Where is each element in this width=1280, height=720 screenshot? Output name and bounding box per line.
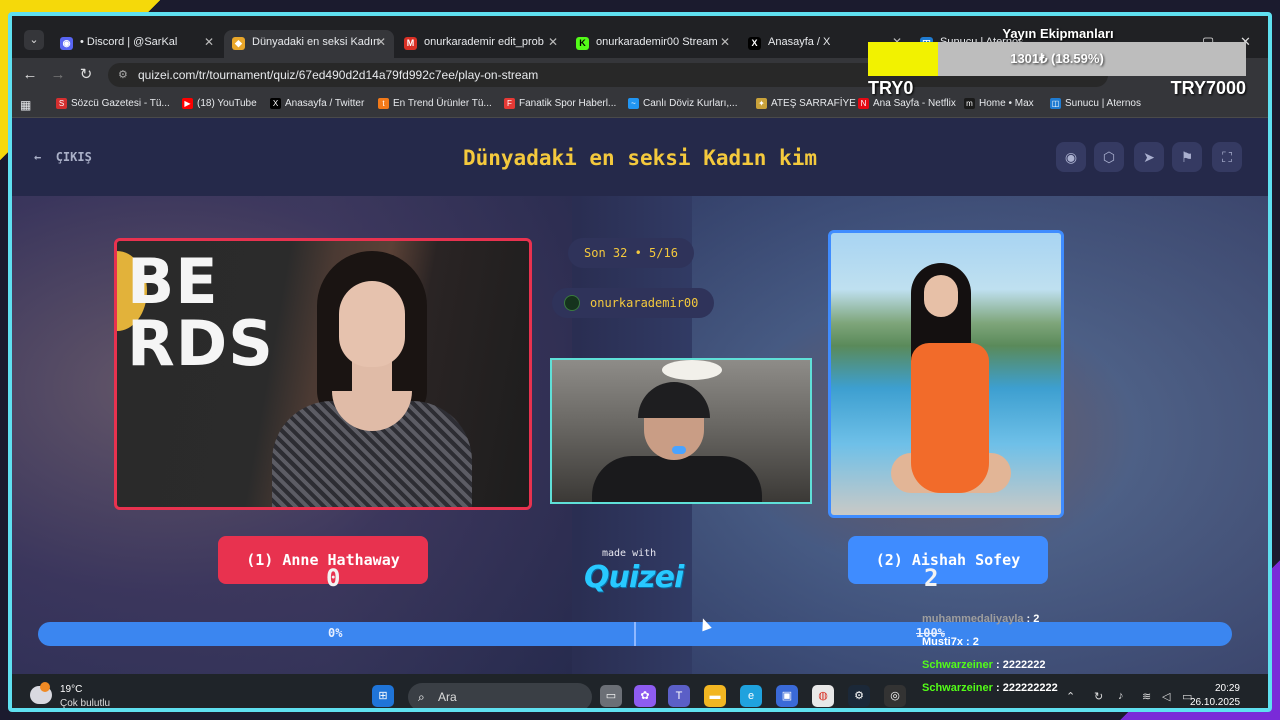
url-text: quizei.com/tr/tournament/quiz/67ed490d2d…	[138, 68, 539, 82]
fullscreen-icon[interactable]: ⛶	[1212, 142, 1242, 172]
trendyol-icon: t	[378, 98, 389, 109]
tab-discord[interactable]: ◉ • Discord | @SarKal ✕	[52, 30, 222, 58]
tab-title: onurkarademir edit_prob	[424, 36, 544, 48]
tab-search-menu-icon[interactable]: ⌄	[24, 30, 44, 50]
bookmark-sozcu[interactable]: S Sözcü Gazetesi - Tü...	[56, 98, 170, 109]
forward-arrow-icon[interactable]: →	[48, 65, 68, 85]
youtube-icon: ▶	[182, 98, 193, 109]
aternos-icon: ◫	[1050, 98, 1061, 109]
close-icon[interactable]: ✕	[548, 35, 558, 49]
chat-message: Schwarzeiner : 2222222	[922, 659, 1046, 671]
right-score: 2	[924, 564, 939, 592]
chat-message: Musti7x : 2	[922, 636, 979, 648]
chat-message: Schwarzeiner : 222222222	[922, 682, 1058, 694]
right-contestant-card[interactable]	[828, 230, 1064, 518]
vote-left-button[interactable]: (1) Anne Hathaway	[218, 536, 428, 584]
x-icon: X	[270, 98, 281, 109]
site-info-icon[interactable]: ⚙	[118, 63, 128, 87]
bookmark-youtube[interactable]: ▶ (18) YouTube	[182, 98, 257, 109]
quiz-page: ← ÇIKIŞ Dünyadaki en seksi Kadın kim ◉ ⬡…	[12, 118, 1268, 674]
back-arrow-icon[interactable]: ←	[20, 65, 40, 85]
progress-divider	[634, 622, 636, 646]
flag-icon[interactable]: ⚑	[1172, 142, 1202, 172]
obs-icon[interactable]: ◎	[884, 685, 906, 707]
streamer-name: onurkarademir00	[590, 296, 699, 310]
donation-goal-max: TRY7000	[1170, 78, 1246, 98]
bookmark-twitter[interactable]: X Anasayfa / Twitter	[270, 98, 364, 109]
streamer-avatar	[564, 295, 580, 311]
donation-goal-bar: 1301₺ (18.59%)	[868, 42, 1246, 76]
chat-message: muhammedaliyayla : 2	[922, 613, 1040, 625]
chart-icon: ~	[628, 98, 639, 109]
browser-window: ⌄ ◉ • Discord | @SarKal ✕ ◆ Dünyadaki en…	[8, 12, 1272, 712]
close-icon[interactable]: ✕	[204, 35, 214, 49]
left-contestant-photo: BE RDS	[117, 241, 529, 507]
left-percent: 0%	[328, 626, 343, 640]
webcam-overlay	[550, 358, 812, 504]
fanatik-icon: F	[504, 98, 515, 109]
search-placeholder: Ara	[438, 690, 457, 704]
tab-title: • Discord | @SarKal	[80, 36, 178, 48]
left-contestant-card[interactable]: BE RDS	[114, 238, 532, 510]
gem-icon: ✦	[756, 98, 767, 109]
bookmark-fanatik[interactable]: F Fanatik Spor Haberl...	[504, 98, 616, 109]
streamer-badge: onurkarademir00	[552, 288, 715, 318]
right-contestant-photo	[831, 233, 1061, 515]
search-icon: ⌕	[418, 690, 425, 704]
max-icon: m	[964, 98, 975, 109]
netflix-icon: N	[858, 98, 869, 109]
store-icon[interactable]: ▣	[776, 685, 798, 707]
teams-icon[interactable]: T	[668, 685, 690, 707]
vote-right-button[interactable]: (2) Aishah Sofey	[848, 536, 1048, 584]
dice-icon[interactable]: ⬡	[1094, 142, 1124, 172]
left-score: 0	[326, 564, 341, 592]
quizei-icon: ◆	[232, 37, 245, 50]
apps-grid-icon[interactable]: ▦	[20, 98, 31, 112]
tab-quizei[interactable]: ◆ Dünyadaki en seksi Kadın ✕	[224, 30, 394, 58]
gmail-icon: M	[404, 37, 417, 50]
match-stage: BE RDS Son 32 • 5/16 onurkarademir00 (1)…	[12, 196, 1268, 674]
donation-goal-amount: 1301₺ (18.59%)	[1010, 51, 1104, 66]
weather-condition: Çok bulutlu	[60, 698, 111, 709]
send-icon[interactable]: ➤	[1134, 142, 1164, 172]
quiz-header: ← ÇIKIŞ Dünyadaki en seksi Kadın kim ◉ ⬡…	[12, 118, 1268, 196]
temperature: 19°C	[60, 684, 83, 695]
sozcu-icon: S	[56, 98, 67, 109]
bookmark-max[interactable]: m Home • Max	[964, 98, 1034, 109]
made-with-text: made with	[602, 548, 657, 559]
stream-chat-overlay: muhammedaliyayla : 2 Musti7x : 2 Schwarz…	[918, 610, 1260, 702]
close-icon[interactable]: ✕	[376, 35, 386, 49]
bookmark-trendyol[interactable]: t En Trend Ürünler Tü...	[378, 98, 492, 109]
bookmark-ates[interactable]: ✦ ATEŞ SARRAFİYE	[756, 98, 856, 109]
taskbar-search[interactable]: ⌕ Ara	[408, 683, 592, 708]
tab-title: Anasayfa / X	[768, 36, 831, 48]
close-icon[interactable]: ✕	[720, 35, 730, 49]
donation-goal-title: Yayın Ekipmanları	[1002, 26, 1114, 41]
tab-title: onurkarademir00 Stream	[596, 36, 718, 48]
round-badge: Son 32 • 5/16	[568, 238, 694, 268]
tab-title: Dünyadaki en seksi Kadın	[252, 36, 380, 48]
copilot-icon[interactable]: ✿	[634, 685, 656, 707]
donation-goal-min: TRY0	[868, 78, 914, 98]
file-explorer-icon[interactable]: ▬	[704, 685, 726, 707]
eye-icon[interactable]: ◉	[1056, 142, 1086, 172]
cloud-sun-icon	[30, 682, 52, 704]
donation-goal-widget: Yayın Ekipmanları 1301₺ (18.59%) TRY0 TR…	[868, 22, 1248, 98]
weather-widget[interactable]: 19°C Çok bulutlu	[30, 680, 150, 709]
bookmark-aternos[interactable]: ◫ Sunucu | Aternos	[1050, 98, 1141, 109]
x-icon: X	[748, 37, 761, 50]
discord-icon: ◉	[60, 37, 73, 50]
steam-icon[interactable]: ⚙	[848, 685, 870, 707]
windows-start-icon[interactable]: ⊞	[372, 685, 394, 707]
quizei-logo[interactable]: Quizei	[584, 560, 684, 595]
kick-icon: K	[576, 37, 589, 50]
task-view-icon[interactable]: ▭	[600, 685, 622, 707]
tab-kick[interactable]: K onurkarademir00 Stream ✕	[568, 30, 738, 58]
reload-icon[interactable]: ↻	[76, 65, 96, 85]
bookmark-netflix[interactable]: N Ana Sayfa - Netflix	[858, 98, 956, 109]
tab-gmail[interactable]: M onurkarademir edit_prob ✕	[396, 30, 566, 58]
chrome-icon[interactable]: ◍	[812, 685, 834, 707]
bookmark-doviz[interactable]: ~ Canlı Döviz Kurları,...	[628, 98, 737, 109]
edge-icon[interactable]: e	[740, 685, 762, 707]
